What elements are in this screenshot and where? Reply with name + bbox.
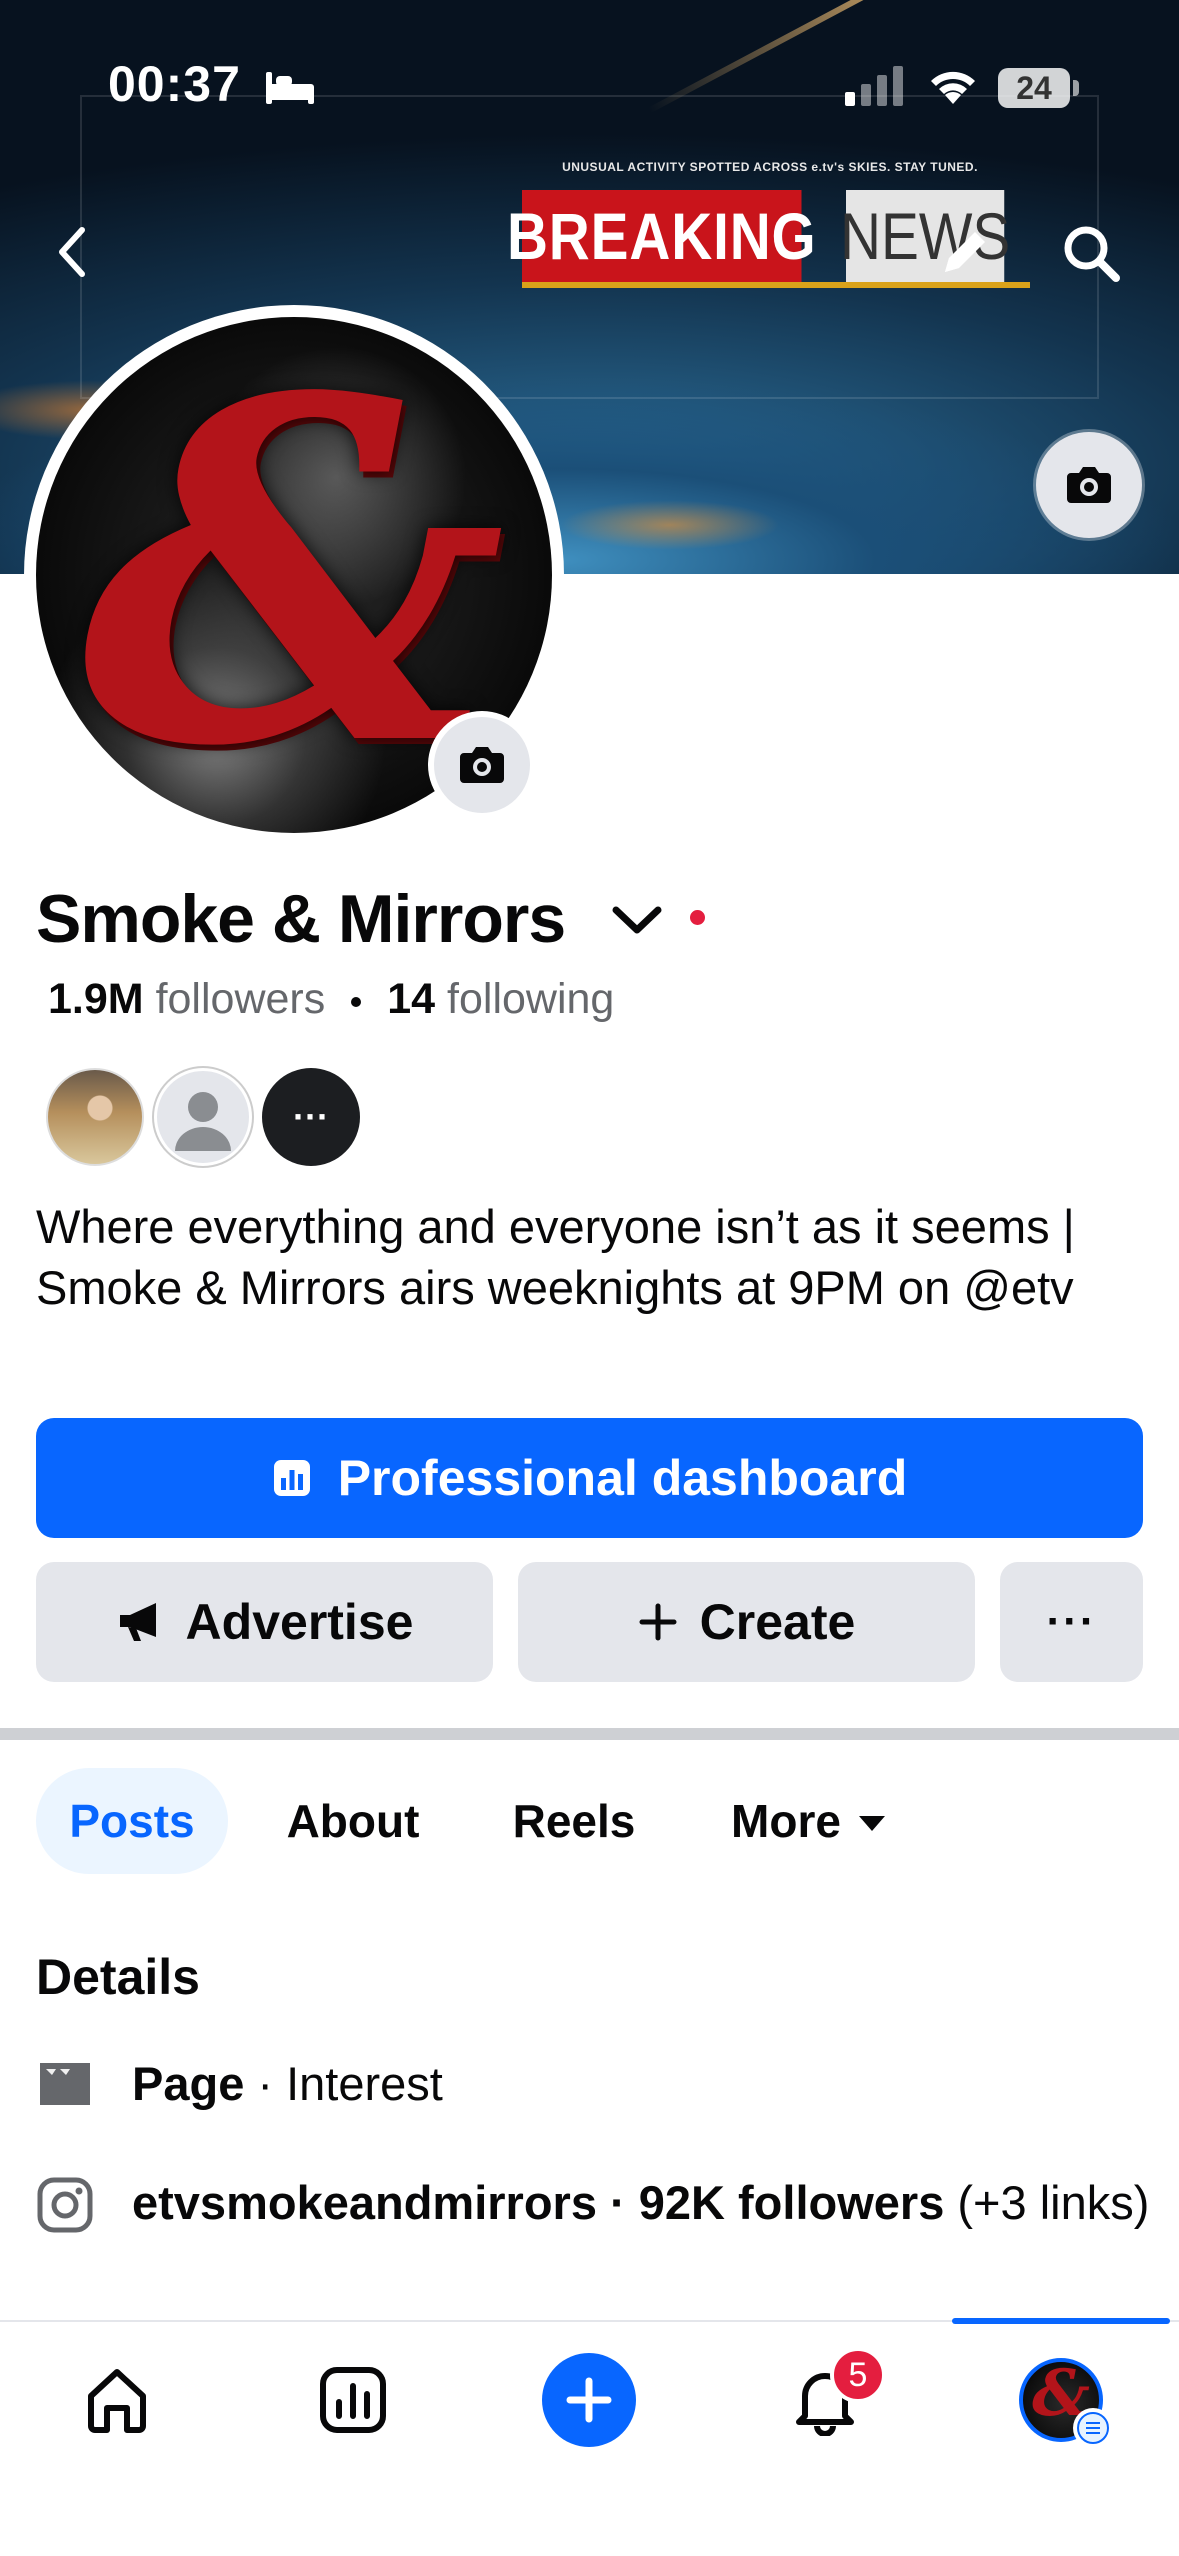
dashboard-icon <box>273 1460 310 1496</box>
dashboard-icon <box>320 2367 386 2433</box>
create-button-circle <box>542 2353 636 2447</box>
camera-icon <box>460 747 504 783</box>
section-divider <box>0 1728 1179 1740</box>
search-icon[interactable] <box>1060 222 1124 286</box>
professional-dashboard-button[interactable]: Professional dashboard <box>36 1418 1143 1538</box>
more-followers-button[interactable]: ··· <box>262 1068 360 1166</box>
more-options-button[interactable]: ··· <box>1000 1562 1143 1682</box>
cover-banner-tagline: UNUSUAL ACTIVITY SPOTTED ACROSS e.tv's S… <box>562 160 978 174</box>
follower-avatar-placeholder[interactable] <box>154 1068 252 1166</box>
instagram-icon <box>37 2177 93 2233</box>
profile-avatar: & <box>1019 2356 1113 2448</box>
menu-icon <box>1077 2412 1109 2444</box>
details-heading: Details <box>36 1949 200 2005</box>
nav-profile[interactable]: & <box>1006 2350 1116 2450</box>
notifications-badge: 5 <box>830 2347 886 2403</box>
cover-banner-underline <box>522 282 1030 288</box>
nav-dashboard[interactable] <box>298 2350 408 2450</box>
advertise-button[interactable]: Advertise <box>36 1562 493 1682</box>
tab-more[interactable]: More <box>710 1768 906 1874</box>
tab-posts[interactable]: Posts <box>36 1768 228 1874</box>
nav-create[interactable] <box>534 2350 644 2450</box>
separator-dot <box>351 996 362 1007</box>
professional-dashboard-label: Professional dashboard <box>337 1450 908 1506</box>
edit-profile-picture-button[interactable] <box>428 711 536 819</box>
wifi-icon <box>931 71 975 104</box>
create-button[interactable]: Create <box>518 1562 975 1682</box>
megaphone-icon <box>119 1603 156 1641</box>
page-title[interactable]: Smoke & Mirrors <box>36 880 566 958</box>
cellular-signal-icon <box>845 66 903 106</box>
battery-tip <box>1073 80 1079 96</box>
unread-dot <box>690 910 705 925</box>
home-icon <box>88 2369 146 2433</box>
following-link[interactable]: 14 following <box>387 975 614 1023</box>
active-tab-indicator <box>952 2318 1170 2324</box>
menu-badge <box>1073 2408 1113 2448</box>
tab-reels[interactable]: Reels <box>498 1768 650 1874</box>
status-time: 00:37 <box>108 56 241 112</box>
cover-banner-breaking: BREAKING <box>507 190 816 282</box>
cover-glow <box>560 500 780 550</box>
followers-link[interactable]: 1.9M followers <box>48 975 325 1023</box>
follower-avatar[interactable] <box>46 1068 144 1166</box>
caret-down-icon <box>858 1815 885 1831</box>
person-icon <box>175 1092 231 1151</box>
follow-stats: 1.9M followers 14 following <box>48 975 614 1024</box>
edit-pencil-icon[interactable] <box>935 222 995 282</box>
advertise-label: Advertise <box>185 1594 414 1650</box>
edit-cover-camera-button[interactable] <box>1036 432 1142 538</box>
tab-more-label: More <box>731 1795 841 1847</box>
nav-home[interactable] <box>62 2350 172 2450</box>
camera-icon <box>1067 467 1111 503</box>
chevron-down-icon[interactable] <box>610 900 664 940</box>
back-arrow-icon[interactable] <box>44 222 104 282</box>
plus-icon <box>639 1603 677 1641</box>
sleep-focus-icon <box>266 72 314 104</box>
tab-about[interactable]: About <box>268 1768 438 1874</box>
create-label: Create <box>699 1594 856 1650</box>
plus-icon <box>566 2377 612 2423</box>
page-flag-icon <box>40 2063 90 2105</box>
page-bio: Where everything and everyone isn’t as i… <box>36 1200 1075 1314</box>
battery-indicator: 24 <box>998 68 1070 108</box>
